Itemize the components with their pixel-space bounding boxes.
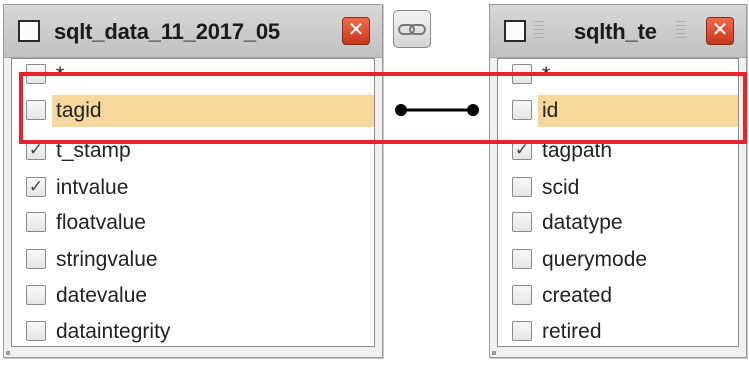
table-titlebar[interactable]: sqlt_data_11_2017_05 ✕	[4, 5, 382, 58]
column-label: floatvalue	[56, 211, 146, 234]
column-row[interactable]: scid	[498, 172, 738, 204]
column-checkbox[interactable]	[512, 249, 532, 269]
link-toggle-button[interactable]	[393, 10, 431, 48]
column-row[interactable]: stringvalue	[12, 244, 374, 276]
table-window-left[interactable]: sqlt_data_11_2017_05 ✕ * tagid ✓ t_stamp…	[3, 4, 383, 358]
close-table-button[interactable]: ✕	[706, 17, 734, 45]
column-row[interactable]: dataintegrity	[12, 316, 374, 348]
table-title: sqlt_data_11_2017_05	[54, 19, 280, 44]
close-icon: ✕	[711, 19, 729, 41]
column-label: querymode	[542, 248, 648, 271]
column-row[interactable]: floatvalue	[12, 207, 374, 239]
close-table-button[interactable]: ✕	[342, 17, 370, 45]
close-icon: ✕	[347, 19, 365, 41]
table-window-right[interactable]: sqlth_te ✕ * id ✓ tagpath scid datatype …	[489, 4, 747, 358]
column-row[interactable]: ✓ intvalue	[12, 172, 374, 204]
table-titlebar[interactable]: sqlth_te ✕	[490, 5, 746, 58]
drag-grip[interactable]	[676, 21, 686, 41]
table-title: sqlth_te	[574, 19, 657, 44]
column-checkbox[interactable]	[512, 321, 532, 341]
annotation-highlight-box	[19, 72, 747, 144]
column-checkbox[interactable]	[512, 212, 532, 232]
column-label: retired	[542, 320, 602, 343]
column-checkbox[interactable]	[26, 212, 46, 232]
column-checkbox[interactable]	[26, 285, 46, 305]
column-row[interactable]: datatype	[498, 207, 738, 239]
column-checkbox[interactable]	[26, 249, 46, 269]
column-checkbox[interactable]	[512, 285, 532, 305]
column-label: created	[542, 284, 613, 307]
column-checkbox[interactable]	[26, 321, 46, 341]
resize-grip[interactable]	[492, 351, 496, 355]
select-all-checkbox[interactable]	[18, 20, 40, 42]
column-label: stringvalue	[56, 248, 158, 271]
column-row[interactable]: created	[498, 280, 738, 312]
column-label: datatype	[542, 211, 623, 234]
column-checkbox-checked[interactable]: ✓	[26, 177, 46, 197]
drag-grip[interactable]	[534, 21, 544, 41]
select-all-checkbox[interactable]	[504, 20, 526, 42]
column-row[interactable]: retired	[498, 316, 738, 348]
column-label: dataintegrity	[56, 320, 171, 343]
column-label: intvalue	[56, 176, 129, 199]
column-row[interactable]: querymode	[498, 244, 738, 276]
chain-link-icon	[398, 24, 426, 35]
column-label: datevalue	[56, 284, 148, 307]
column-checkbox[interactable]	[512, 177, 532, 197]
resize-grip[interactable]	[6, 351, 10, 355]
column-label: scid	[542, 176, 580, 199]
column-row[interactable]: datevalue	[12, 280, 374, 312]
